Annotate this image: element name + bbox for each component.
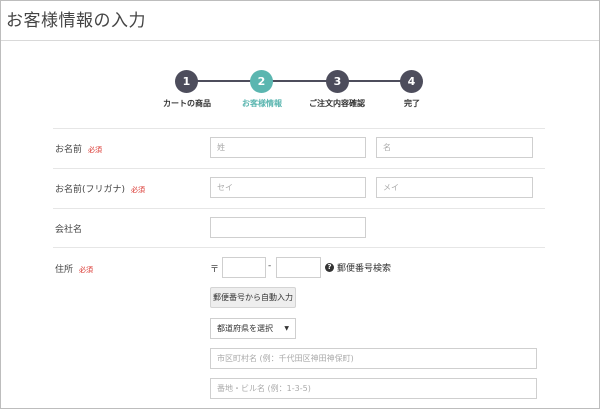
postal-code-second-input[interactable] <box>276 257 321 278</box>
company-input[interactable] <box>210 217 366 238</box>
required-badge: 必須 <box>79 266 94 274</box>
company-label: 会社名 <box>55 225 83 235</box>
row-divider <box>53 128 545 129</box>
row-divider <box>53 168 545 169</box>
step-4-label: 完了 <box>404 99 420 108</box>
postal-search-link[interactable]: 郵便番号検索 <box>337 261 391 274</box>
name-label: お名前 必須 <box>55 145 103 155</box>
last-name-kana-input[interactable]: セイ <box>210 177 366 198</box>
title-divider <box>1 40 599 41</box>
page-title: お客様情報の入力 <box>6 11 146 31</box>
step-3-circle: 3 <box>326 70 349 93</box>
postal-dash: - <box>268 261 272 271</box>
step-3-label: ご注文内容確認 <box>309 99 365 108</box>
row-divider <box>53 247 545 248</box>
required-badge: 必須 <box>131 186 146 194</box>
row-divider <box>53 208 545 209</box>
step-2-label: お客様情報 <box>242 99 282 108</box>
prefecture-select[interactable]: 都道府県を選択 ▼ <box>210 318 296 339</box>
required-badge: 必須 <box>88 146 103 154</box>
first-name-input[interactable]: 名 <box>376 137 533 158</box>
city-input[interactable]: 市区町村名 (例：千代田区神田神保町) <box>210 348 537 369</box>
chevron-down-icon: ▼ <box>284 325 289 332</box>
step-4-circle: 4 <box>400 70 423 93</box>
street-input[interactable]: 番地・ビル名 (例：1-3-5) <box>210 378 537 399</box>
postal-code-first-input[interactable] <box>222 257 266 278</box>
help-icon[interactable]: ? <box>325 263 334 272</box>
postal-mark: 〒 <box>210 265 220 275</box>
step-2-circle: 2 <box>250 70 273 93</box>
stepper-line <box>186 80 410 82</box>
last-name-input[interactable]: 姓 <box>210 137 366 158</box>
step-1-circle: 1 <box>175 70 198 93</box>
step-1-label: カートの商品 <box>163 99 211 108</box>
first-name-kana-input[interactable]: メイ <box>376 177 533 198</box>
address-label: 住所 必須 <box>55 265 94 275</box>
kana-label: お名前(フリガナ) 必須 <box>55 185 146 195</box>
autofill-address-button[interactable]: 郵便番号から自動入力 <box>210 287 296 308</box>
